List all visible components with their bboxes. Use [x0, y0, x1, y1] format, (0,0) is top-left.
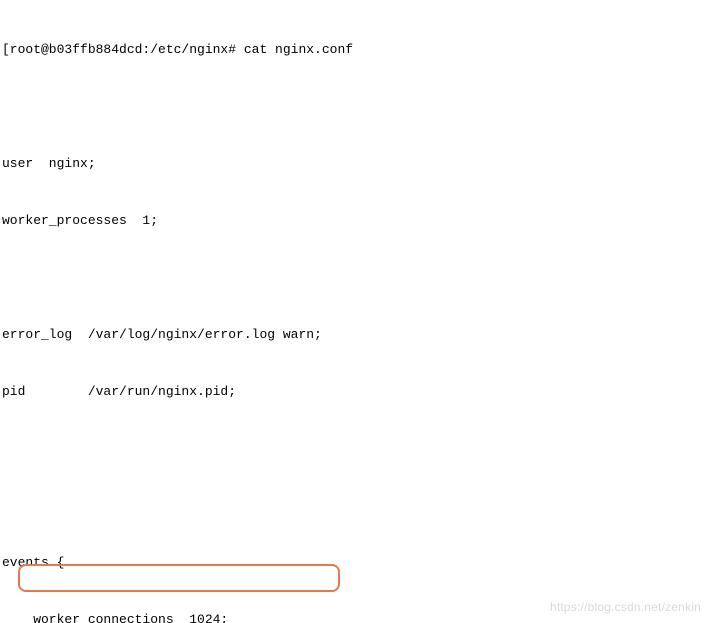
terminal-line: error_log /var/log/nginx/error.log warn; [2, 325, 709, 344]
terminal-line [2, 496, 709, 515]
terminal-output: [root@b03ffb884dcd:/etc/nginx# cat nginx… [0, 0, 711, 623]
terminal-line: user nginx; [2, 154, 709, 173]
terminal-line [2, 439, 709, 458]
terminal-line [2, 97, 709, 116]
terminal-line: worker_connections 1024; [2, 610, 709, 623]
terminal-line: events { [2, 553, 709, 572]
terminal-line [2, 268, 709, 287]
terminal-line: pid /var/run/nginx.pid; [2, 382, 709, 401]
terminal-line: worker_processes 1; [2, 211, 709, 230]
terminal-line: [root@b03ffb884dcd:/etc/nginx# cat nginx… [2, 40, 709, 59]
